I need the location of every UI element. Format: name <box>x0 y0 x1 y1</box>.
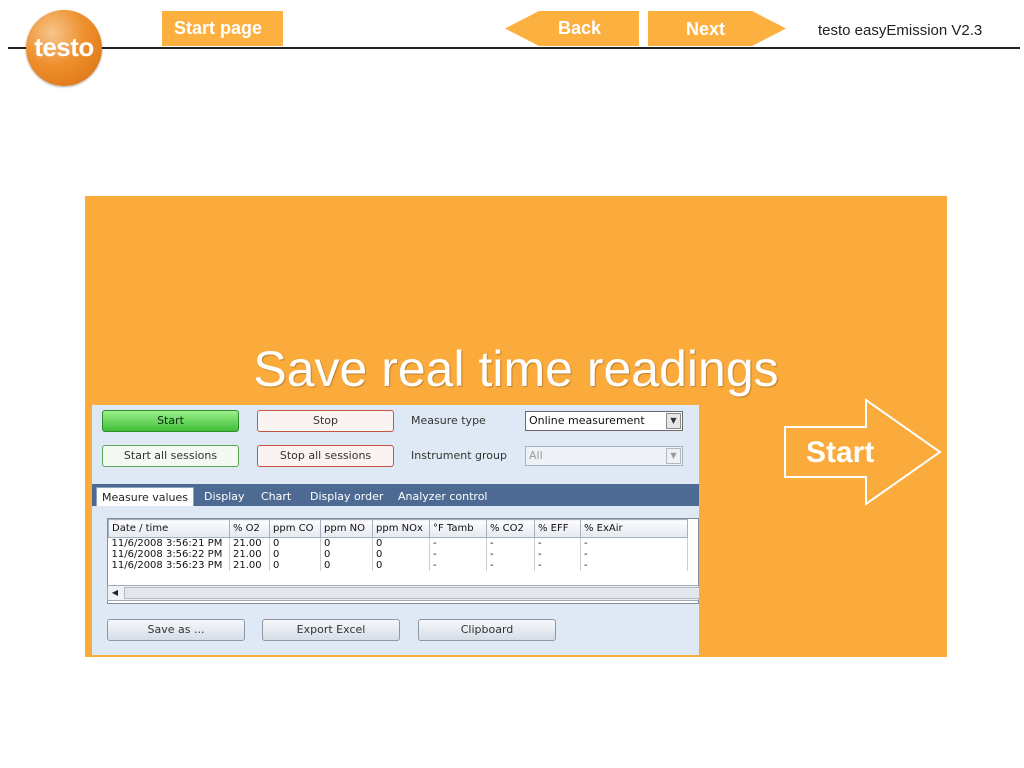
cell-date-time: 11/6/2008 3:56:22 PM <box>108 549 230 560</box>
cell-exair: - <box>580 549 688 560</box>
cell-eff: - <box>534 560 581 571</box>
start-all-sessions-button[interactable]: Start all sessions <box>102 445 239 467</box>
instrument-group-label: Instrument group <box>411 449 507 462</box>
cell-o2: 21.00 <box>229 537 270 549</box>
cell-tamb: - <box>429 537 487 549</box>
col-exair[interactable]: % ExAir <box>580 519 688 538</box>
col-eff[interactable]: % EFF <box>534 519 581 538</box>
table-row[interactable]: 11/6/2008 3:56:21 PM 21.00 0 0 0 - - - - <box>108 537 688 549</box>
instrument-group-value: All <box>529 449 543 462</box>
cell-co2: - <box>486 537 535 549</box>
back-label: Back <box>558 18 602 38</box>
instrument-group-select[interactable]: All ▼ <box>525 446 683 466</box>
tab-chart[interactable]: Chart <box>261 487 291 506</box>
dropdown-arrow-icon[interactable]: ▼ <box>666 448 681 464</box>
tab-analyzer-control[interactable]: Analyzer control <box>398 487 488 506</box>
col-tamb[interactable]: °F Tamb <box>429 519 487 538</box>
tab-bar: Measure values Display Chart Display ord… <box>92 484 699 506</box>
cell-co: 0 <box>269 549 321 560</box>
slide-headline: Save real time readings <box>253 341 779 397</box>
measure-type-value: Online measurement <box>529 414 645 427</box>
measure-type-label: Measure type <box>411 414 486 427</box>
cell-eff: - <box>534 537 581 549</box>
measure-type-select[interactable]: Online measurement ▼ <box>525 411 683 431</box>
next-label: Next <box>686 19 726 39</box>
cell-co2: - <box>486 560 535 571</box>
app-title: testo easyEmission V2.3 <box>818 22 983 39</box>
clipboard-button[interactable]: Clipboard <box>418 619 556 641</box>
tab-display-order[interactable]: Display order <box>310 487 383 506</box>
cell-o2: 21.00 <box>229 560 270 571</box>
table-header-row: Date / time % O2 ppm CO ppm NO ppm NOx °… <box>108 519 688 538</box>
cell-nox: 0 <box>372 560 430 571</box>
col-date-time[interactable]: Date / time <box>108 519 230 538</box>
tab-measure-values[interactable]: Measure values <box>96 487 195 506</box>
cell-tamb: - <box>429 549 487 560</box>
col-co2[interactable]: % CO2 <box>486 519 535 538</box>
cell-tamb: - <box>429 560 487 571</box>
stop-button[interactable]: Stop <box>257 410 394 432</box>
back-button[interactable]: Back <box>505 11 639 46</box>
table-row[interactable]: 11/6/2008 3:56:23 PM 21.00 0 0 0 - - - - <box>108 560 688 571</box>
cell-date-time: 11/6/2008 3:56:21 PM <box>108 537 230 549</box>
scrollbar-thumb[interactable] <box>124 587 699 599</box>
start-arrow-label[interactable]: Start <box>806 436 874 470</box>
cell-nox: 0 <box>372 537 430 549</box>
cell-co: 0 <box>269 560 321 571</box>
scroll-left-icon[interactable]: ◀ <box>109 587 121 599</box>
next-button[interactable]: Next <box>648 11 786 46</box>
cell-exair: - <box>580 537 688 549</box>
start-button[interactable]: Start <box>102 410 239 432</box>
start-page-button[interactable]: Start page <box>162 11 283 46</box>
table-row[interactable]: 11/6/2008 3:56:22 PM 21.00 0 0 0 - - - - <box>108 549 688 560</box>
col-co[interactable]: ppm CO <box>269 519 321 538</box>
cell-no: 0 <box>320 537 373 549</box>
cell-eff: - <box>534 549 581 560</box>
cell-co2: - <box>486 549 535 560</box>
col-nox[interactable]: ppm NOx <box>372 519 430 538</box>
cell-nox: 0 <box>372 549 430 560</box>
horizontal-scrollbar[interactable]: ◀ <box>107 585 699 601</box>
testo-logo: testo <box>26 10 102 86</box>
header-divider <box>8 47 1020 49</box>
tab-display[interactable]: Display <box>204 487 245 506</box>
cell-co: 0 <box>269 537 321 549</box>
export-excel-button[interactable]: Export Excel <box>262 619 400 641</box>
col-o2[interactable]: % O2 <box>229 519 270 538</box>
stop-all-sessions-button[interactable]: Stop all sessions <box>257 445 394 467</box>
cell-exair: - <box>580 560 688 571</box>
logo-text: testo <box>34 32 94 62</box>
save-as-button[interactable]: Save as ... <box>107 619 245 641</box>
cell-o2: 21.00 <box>229 549 270 560</box>
cell-no: 0 <box>320 560 373 571</box>
col-no[interactable]: ppm NO <box>320 519 373 538</box>
app-screenshot: Start Stop Measure type Online measureme… <box>92 405 699 655</box>
cell-no: 0 <box>320 549 373 560</box>
cell-date-time: 11/6/2008 3:56:23 PM <box>108 560 230 571</box>
dropdown-arrow-icon[interactable]: ▼ <box>666 413 681 429</box>
